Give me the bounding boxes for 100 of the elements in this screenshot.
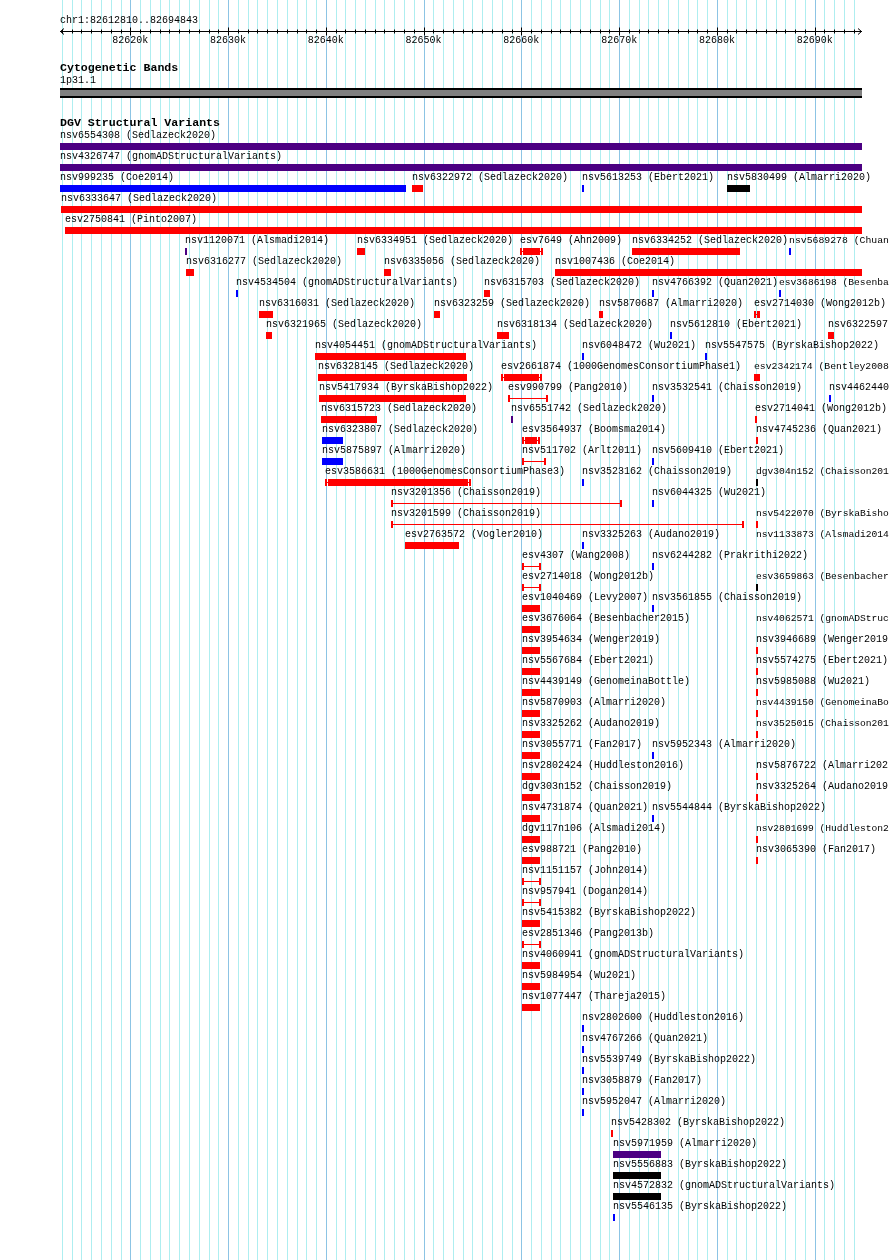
feature-label: nsv6244282 (Prakrithi2022) xyxy=(652,550,809,562)
feature-label: nsv6322597 xyxy=(828,319,888,331)
feature-label: esv2661874 (1000GenomesConsortiumPhase1) xyxy=(501,361,742,373)
feature-label: nsv4766392 (Quan2021) xyxy=(652,277,779,289)
feature-label: esv3564937 (Boomsma2014) xyxy=(522,424,667,436)
tick-label: 82690k xyxy=(796,35,833,47)
feature-label: nsv6334951 (Sedlazeck2020) xyxy=(357,235,514,247)
tick-label: 82670k xyxy=(601,35,638,47)
feature-label: nsv5428302 (ByrskaBishop2022) xyxy=(611,1117,786,1129)
feature-label: nsv6316031 (Sedlazeck2020) xyxy=(259,298,416,310)
feature-label: nsv5870687 (Almarri2020) xyxy=(599,298,744,310)
feature-label: nsv5876722 (Almarri202 xyxy=(756,760,889,772)
feature-label: nsv3058879 (Fan2017) xyxy=(582,1075,703,1087)
feature-label: nsv3532541 (Chaisson2019) xyxy=(652,382,803,394)
feature-label: nsv3065390 (Fan2017) xyxy=(756,844,877,856)
feature-label: nsv5544844 (ByrskaBishop2022) xyxy=(652,802,827,814)
track-title: DGV Structural Variants xyxy=(60,117,221,129)
feature-label: nsv5984954 (Wu2021) xyxy=(522,970,637,982)
feature-label: nsv6316277 (Sedlazeck2020) xyxy=(186,256,343,268)
band-label: 1p31.1 xyxy=(60,75,96,87)
feature-label: nsv6321965 (Sedlazeck2020) xyxy=(266,319,423,331)
feature-label: nsv5971959 (Almarri2020) xyxy=(613,1138,758,1150)
feature-label: nsv5415382 (ByrskaBishop2022) xyxy=(522,907,697,919)
feature-label: nsv4534504 (gnomADStructuralVariants) xyxy=(236,277,459,289)
feature-label: esv2750841 (Pinto2007) xyxy=(65,214,198,226)
feature-label: esv3586631 (1000GenomesConsortiumPhase3) xyxy=(325,466,566,478)
tick-label: 82660k xyxy=(503,35,540,47)
feature-label: nsv3325262 (Audano2019) xyxy=(522,718,661,730)
feature-label: dgv304n152 (Chaisson201 xyxy=(756,466,889,478)
feature-label: nsv4060941 (gnomADStructuralVariants) xyxy=(522,949,745,961)
feature-label: nsv4062571 (gnomADStruc xyxy=(756,613,889,625)
feature-label: nsv5612810 (Ebert2021) xyxy=(670,319,803,331)
feature-label: esv1040469 (Levy2007) xyxy=(522,592,649,604)
feature-label: nsv3201356 (Chaisson2019) xyxy=(391,487,542,499)
feature-label: nsv4731874 (Quan2021) xyxy=(522,802,649,814)
feature-label: esv2851346 (Pang2013b) xyxy=(522,928,655,940)
feature-label: esv3686198 (Besenba xyxy=(779,277,889,289)
feature-label: nsv4439149 (GenomeinaBottle) xyxy=(522,676,691,688)
feature-label: nsv6044325 (Wu2021) xyxy=(652,487,767,499)
feature-label: nsv5875897 (Almarri2020) xyxy=(322,445,467,457)
feature-label: nsv6315723 (Sedlazeck2020) xyxy=(321,403,478,415)
feature-label: nsv6328145 (Sedlazeck2020) xyxy=(318,361,475,373)
feature-label: nsv4745236 (Quan2021) xyxy=(756,424,883,436)
feature-label: esv2342174 (Bentley2008 xyxy=(754,361,889,373)
feature-label: nsv6318134 (Sedlazeck2020) xyxy=(497,319,654,331)
feature-label: nsv4572832 (gnomADStructuralVariants) xyxy=(613,1180,836,1192)
feature-label: nsv5952047 (Almarri2020) xyxy=(582,1096,727,1108)
feature-label: esv3659863 (Besenbacher xyxy=(756,571,889,583)
feature-label: esv2714030 (Wong2012b) xyxy=(754,298,887,310)
feature-label: nsv4462440 xyxy=(829,382,889,394)
feature-label: nsv3946689 (Wenger2019 xyxy=(756,634,889,646)
feature-label: nsv3201599 (Chaisson2019) xyxy=(391,508,542,520)
feature-label: nsv957941 (Dogan2014) xyxy=(522,886,649,898)
feature-label: nsv5547575 (ByrskaBishop2022) xyxy=(705,340,880,352)
feature-label: nsv1151157 (John2014) xyxy=(522,865,649,877)
feature-label: nsv6551742 (Sedlazeck2020) xyxy=(511,403,668,415)
feature-label: nsv4767266 (Quan2021) xyxy=(582,1033,709,1045)
feature-label: esv3676064 (Besenbacher2015) xyxy=(522,613,691,625)
feature-label: nsv4054451 (gnomADStructuralVariants) xyxy=(315,340,538,352)
feature-label: nsv999235 (Coe2014) xyxy=(60,172,175,184)
tick-label: 82630k xyxy=(210,35,247,47)
feature-label: nsv5830499 (Almarri2020) xyxy=(727,172,872,184)
feature-label: nsv5985088 (Wu2021) xyxy=(756,676,871,688)
tick-label: 82680k xyxy=(698,35,735,47)
feature-label: nsv6315703 (Sedlazeck2020) xyxy=(484,277,641,289)
feature-label: dgv117n106 (Alsmadi2014) xyxy=(522,823,667,835)
feature-label: nsv4439150 (GenomeinaBo xyxy=(756,697,889,709)
feature-label: nsv1007436 (Coe2014) xyxy=(555,256,676,268)
feature-label: esv2714018 (Wong2012b) xyxy=(522,571,655,583)
feature-label: nsv3523162 (Chaisson2019) xyxy=(582,466,733,478)
feature-label: nsv6323807 (Sedlazeck2020) xyxy=(322,424,479,436)
feature-label: esv4307 (Wang2008) xyxy=(522,550,631,562)
feature-label: nsv3954634 (Wenger2019) xyxy=(522,634,661,646)
feature-label: nsv2802424 (Huddleston2016) xyxy=(522,760,685,772)
feature-label: nsv6334252 (Sedlazeck2020) xyxy=(632,235,789,247)
feature-label: nsv5613253 (Ebert2021) xyxy=(582,172,715,184)
feature-label: nsv6323259 (Sedlazeck2020) xyxy=(434,298,591,310)
ruler-title: chr1:82612810..82694843 xyxy=(60,15,199,27)
feature-label: nsv3055771 (Fan2017) xyxy=(522,739,643,751)
feature-label: esv988721 (Pang2010) xyxy=(522,844,643,856)
feature-label: nsv1120071 (Alsmadi2014) xyxy=(185,235,330,247)
feature-label: nsv3325263 (Audano2019) xyxy=(582,529,721,541)
feature-label: nsv6554308 (Sedlazeck2020) xyxy=(60,130,217,142)
feature-label: esv7649 (Ahn2009) xyxy=(520,235,623,247)
tick-label: 82620k xyxy=(112,35,149,47)
feature-label: nsv5689278 (Chuan xyxy=(789,235,889,247)
feature-label: nsv6333647 (Sedlazeck2020) xyxy=(61,193,218,205)
feature-label: nsv2801699 (Huddleston2 xyxy=(756,823,889,835)
feature-label: nsv5952343 (Almarri2020) xyxy=(652,739,797,751)
feature-label: nsv1077447 (Thareja2015) xyxy=(522,991,667,1003)
feature-label: nsv3325264 (Audano2019 xyxy=(756,781,889,793)
feature-label: esv2714041 (Wong2012b) xyxy=(755,403,888,415)
feature-label: nsv5870903 (Almarri2020) xyxy=(522,697,667,709)
feature-label: nsv5417934 (ByrskaBishop2022) xyxy=(319,382,494,394)
feature-label: nsv3561855 (Chaisson2019) xyxy=(652,592,803,604)
feature-label: nsv5539749 (ByrskaBishop2022) xyxy=(582,1054,757,1066)
feature-label: nsv5422070 (ByrskaBisho xyxy=(756,508,889,520)
feature-label: nsv6335056 (Sedlazeck2020) xyxy=(384,256,541,268)
feature-label: nsv3525015 (Chaisson201 xyxy=(756,718,889,730)
feature-label: dgv303n152 (Chaisson2019) xyxy=(522,781,673,793)
